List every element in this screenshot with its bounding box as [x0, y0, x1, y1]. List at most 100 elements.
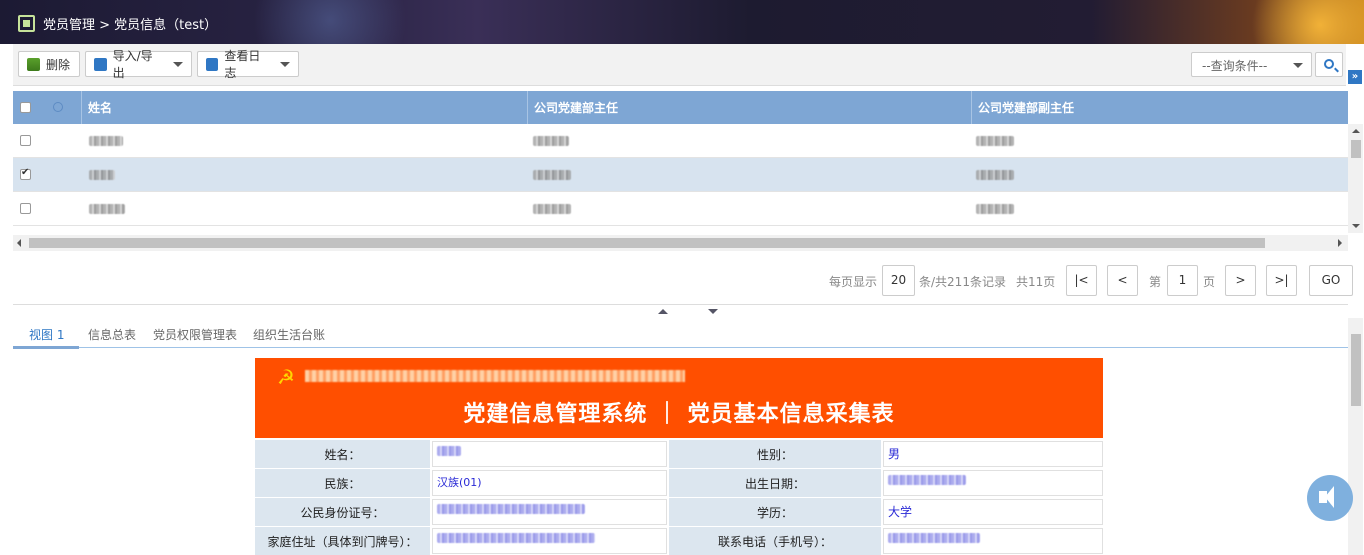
page-prefix: 第 — [1149, 275, 1162, 289]
delete-button-label: 删除 — [46, 57, 71, 72]
form-row: 公民身份证号： 学历： 大学 — [255, 498, 1103, 527]
total-pages: 共11页 — [1016, 275, 1056, 289]
tab-permission-management[interactable]: 党员权限管理表 — [153, 326, 237, 343]
next-page-button[interactable]: > — [1225, 265, 1256, 296]
chevron-down-icon — [173, 61, 183, 67]
header-decoration — [240, 0, 420, 44]
page-suffix: 页 — [1203, 275, 1216, 289]
per-page-label: 每页显示 — [829, 275, 878, 289]
cell-name — [89, 170, 115, 180]
scroll-thumb[interactable] — [1351, 334, 1361, 406]
speaker-button[interactable] — [1307, 475, 1353, 521]
prev-page-button[interactable]: < — [1107, 265, 1138, 296]
sort-icon[interactable] — [53, 102, 63, 112]
cell-deputy — [976, 136, 1014, 146]
tab-organization-ledger[interactable]: 组织生活台账 — [253, 326, 325, 343]
tab-view-1[interactable]: 视图 1 — [29, 326, 64, 343]
field-label: 学历： — [669, 498, 881, 526]
form-banner: ☭ 党建信息管理系统 ｜ 党员基本信息采集表 — [255, 358, 1103, 438]
go-button[interactable]: GO — [1309, 265, 1353, 296]
select-all-checkbox[interactable] — [20, 102, 31, 113]
field-label: 家庭住址（具体到门牌号）： — [255, 527, 430, 555]
per-page-input[interactable]: 20 — [882, 265, 915, 296]
column-header-deputy-director[interactable]: 公司党建部副主任 — [971, 91, 1348, 124]
table-row[interactable] — [13, 158, 1348, 192]
view-tabs: 视图 1 信息总表 党员权限管理表 组织生活台账 — [13, 321, 1348, 349]
view-log-button[interactable]: 查看日志 — [197, 49, 299, 80]
page-number-input[interactable]: 1 — [1167, 265, 1198, 296]
delete-button[interactable]: 删除 — [18, 51, 80, 77]
id-number-field[interactable] — [432, 499, 667, 525]
speaker-icon — [1319, 486, 1334, 508]
import-export-icon — [94, 57, 107, 71]
table-row[interactable] — [13, 124, 1348, 158]
cell-deputy — [976, 204, 1014, 214]
view-log-label: 查看日志 — [224, 49, 261, 80]
form-row: 民族： 汉族(01) 出生日期： — [255, 469, 1103, 498]
column-header-director[interactable]: 公司党建部主任 — [527, 91, 971, 124]
toolbar: 删除 导入/导出 查看日志 --查询条件-- — [13, 44, 1346, 86]
cell-director — [533, 170, 571, 180]
field-label: 出生日期： — [669, 469, 881, 497]
total-records: 条/共211条记录 — [919, 275, 1006, 289]
form-row: 姓名： 性别： 男 — [255, 440, 1103, 469]
last-page-button[interactable]: >| — [1266, 265, 1297, 296]
query-select-value: --查询条件-- — [1202, 59, 1268, 73]
ethnicity-field[interactable]: 汉族(01) — [432, 470, 667, 496]
field-label: 姓名： — [255, 440, 430, 468]
gender-field[interactable]: 男 — [883, 441, 1103, 467]
field-label: 公民身份证号： — [255, 498, 430, 526]
cell-director — [533, 204, 571, 214]
expand-down-icon[interactable] — [708, 309, 718, 314]
birth-date-field[interactable] — [883, 470, 1103, 496]
name-field[interactable] — [432, 441, 667, 467]
party-emblem-icon: ☭ — [277, 365, 295, 389]
content-vertical-scrollbar[interactable] — [1348, 318, 1363, 555]
home-icon[interactable] — [18, 15, 35, 32]
organization-name-blurred — [305, 370, 685, 382]
scroll-thumb[interactable] — [29, 238, 1265, 248]
home-address-field[interactable] — [432, 528, 667, 554]
active-tab-indicator — [13, 346, 79, 349]
log-icon — [206, 57, 219, 71]
cell-name — [89, 204, 125, 214]
row-checkbox[interactable] — [20, 135, 31, 146]
query-condition-select[interactable]: --查询条件-- — [1191, 52, 1312, 77]
chevron-down-icon — [1293, 63, 1303, 68]
expand-panel-icon[interactable]: » — [1348, 70, 1362, 84]
chevron-down-icon — [280, 61, 290, 67]
first-page-button[interactable]: |< — [1066, 265, 1097, 296]
scroll-left-icon[interactable] — [17, 239, 21, 247]
grid-horizontal-scrollbar[interactable] — [13, 235, 1348, 251]
form-row: 家庭住址（具体到门牌号）： 联系电话（手机号）： — [255, 527, 1103, 555]
collapse-up-icon[interactable] — [658, 309, 668, 314]
breadcrumb: 党员管理 > 党员信息（test） — [18, 14, 217, 33]
app-header: 党员管理 > 党员信息（test） — [0, 0, 1364, 44]
search-button[interactable] — [1315, 52, 1343, 77]
scroll-up-icon[interactable] — [1352, 129, 1360, 133]
cell-name — [89, 136, 123, 146]
header-decoration-sun — [1240, 0, 1364, 44]
import-export-button[interactable]: 导入/导出 — [85, 49, 192, 80]
pagination: 每页显示 20 条/共211条记录 共11页 |< < 第 1 页 > >| G… — [13, 253, 1353, 305]
panel-splitter[interactable] — [638, 307, 738, 316]
grid-header: 姓名 公司党建部主任 公司党建部副主任 — [13, 91, 1348, 124]
row-checkbox[interactable] — [20, 167, 31, 180]
breadcrumb-text: 党员管理 > 党员信息（test） — [43, 18, 218, 33]
tab-info-summary[interactable]: 信息总表 — [88, 326, 136, 343]
import-export-label: 导入/导出 — [112, 49, 153, 80]
phone-field[interactable] — [883, 528, 1103, 554]
grid-vertical-scrollbar[interactable] — [1348, 124, 1363, 233]
trash-icon — [27, 57, 40, 71]
row-checkbox[interactable] — [20, 203, 31, 214]
education-field[interactable]: 大学 — [883, 499, 1103, 525]
scroll-thumb[interactable] — [1351, 140, 1361, 158]
table-row[interactable] — [13, 192, 1348, 226]
scroll-down-icon[interactable] — [1352, 224, 1360, 228]
field-label: 联系电话（手机号）： — [669, 527, 881, 555]
column-header-name[interactable]: 姓名 — [81, 91, 527, 124]
field-label: 性别： — [669, 440, 881, 468]
form-title: 党建信息管理系统 ｜ 党员基本信息采集表 — [463, 402, 895, 427]
cell-deputy — [976, 170, 1014, 180]
scroll-right-icon[interactable] — [1338, 239, 1342, 247]
